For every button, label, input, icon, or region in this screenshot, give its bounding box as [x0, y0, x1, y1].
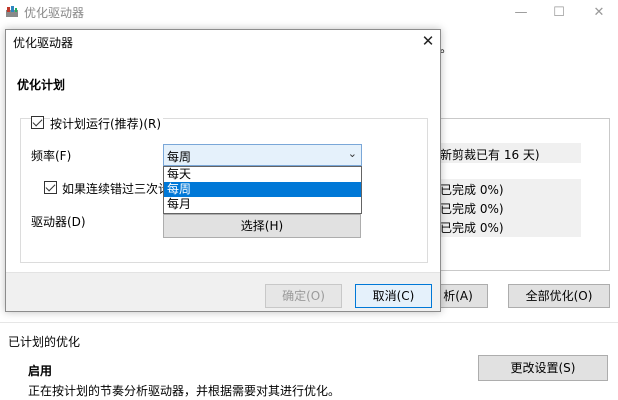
frequency-option-monthly[interactable]: 每月 — [164, 197, 361, 212]
optimize-all-button[interactable]: 全部优化(O) — [508, 284, 610, 308]
drives-label: 驱动器(D) — [31, 215, 86, 229]
frequency-selected-value: 每周 — [167, 150, 192, 164]
defrag-drive-icon — [6, 6, 18, 17]
frequency-label: 频率(F) — [31, 149, 72, 163]
dialog-close-button[interactable]: ✕ — [415, 30, 441, 52]
main-titlebar: 优化驱动器 — ☐ ✕ — [0, 0, 618, 26]
ok-button[interactable]: 确定(O) — [265, 284, 342, 308]
frequency-option-weekly[interactable]: 每周 — [164, 182, 361, 197]
missed-runs-checkbox[interactable] — [44, 181, 57, 194]
scheduled-optimization-heading: 已计划的优化 — [8, 335, 81, 349]
description-fragment: 。 — [440, 41, 453, 55]
main-window-title: 优化驱动器 — [24, 6, 85, 20]
list-item[interactable]: 已完成 0%) — [440, 181, 504, 198]
schedule-status: 启用 — [28, 364, 53, 378]
list-item[interactable]: 新剪裁已有 16 天) — [440, 146, 540, 163]
maximize-button[interactable]: ☐ — [540, 0, 578, 26]
chevron-down-icon: ⌄ — [347, 147, 357, 160]
run-on-schedule-checkbox[interactable] — [31, 116, 44, 129]
close-icon: ✕ — [593, 5, 605, 20]
run-on-schedule-label[interactable]: 按计划运行(推荐)(R) — [50, 115, 164, 132]
maximize-icon: ☐ — [553, 5, 565, 20]
close-icon: ✕ — [421, 32, 435, 50]
list-item[interactable]: 已完成 0%) — [440, 219, 504, 236]
main-close-button[interactable]: ✕ — [580, 0, 618, 26]
minimize-icon: — — [514, 5, 528, 20]
change-settings-button[interactable]: 更改设置(S) — [478, 355, 608, 381]
frequency-option-daily[interactable]: 每天 — [164, 167, 361, 182]
frequency-select[interactable]: 每周 ⌄ — [163, 144, 362, 166]
section-title: 优化计划 — [17, 78, 66, 92]
frequency-dropdown-list[interactable]: 每天 每周 每月 — [163, 166, 362, 214]
choose-drives-button[interactable]: 选择(H) — [163, 214, 361, 238]
cancel-button[interactable]: 取消(C) — [355, 284, 432, 308]
list-item[interactable]: 已完成 0%) — [440, 200, 504, 217]
section-divider — [0, 322, 618, 323]
optimize-schedule-dialog: 优化驱动器 ✕ 优化计划 按计划运行(推荐)(R) 频率(F) 每周 ⌄ 如果连… — [5, 29, 441, 312]
schedule-status-description: 正在按计划的节奏分析驱动器，并根据需要对其进行优化。 — [28, 384, 341, 398]
minimize-button[interactable]: — — [502, 0, 540, 26]
dialog-footer: 确定(O) 取消(C) — [6, 272, 440, 311]
drive-list[interactable]: 新剪裁已有 16 天) 已完成 0%) 已完成 0%) 已完成 0%) — [425, 118, 610, 271]
dialog-title: 优化驱动器 — [13, 36, 74, 50]
